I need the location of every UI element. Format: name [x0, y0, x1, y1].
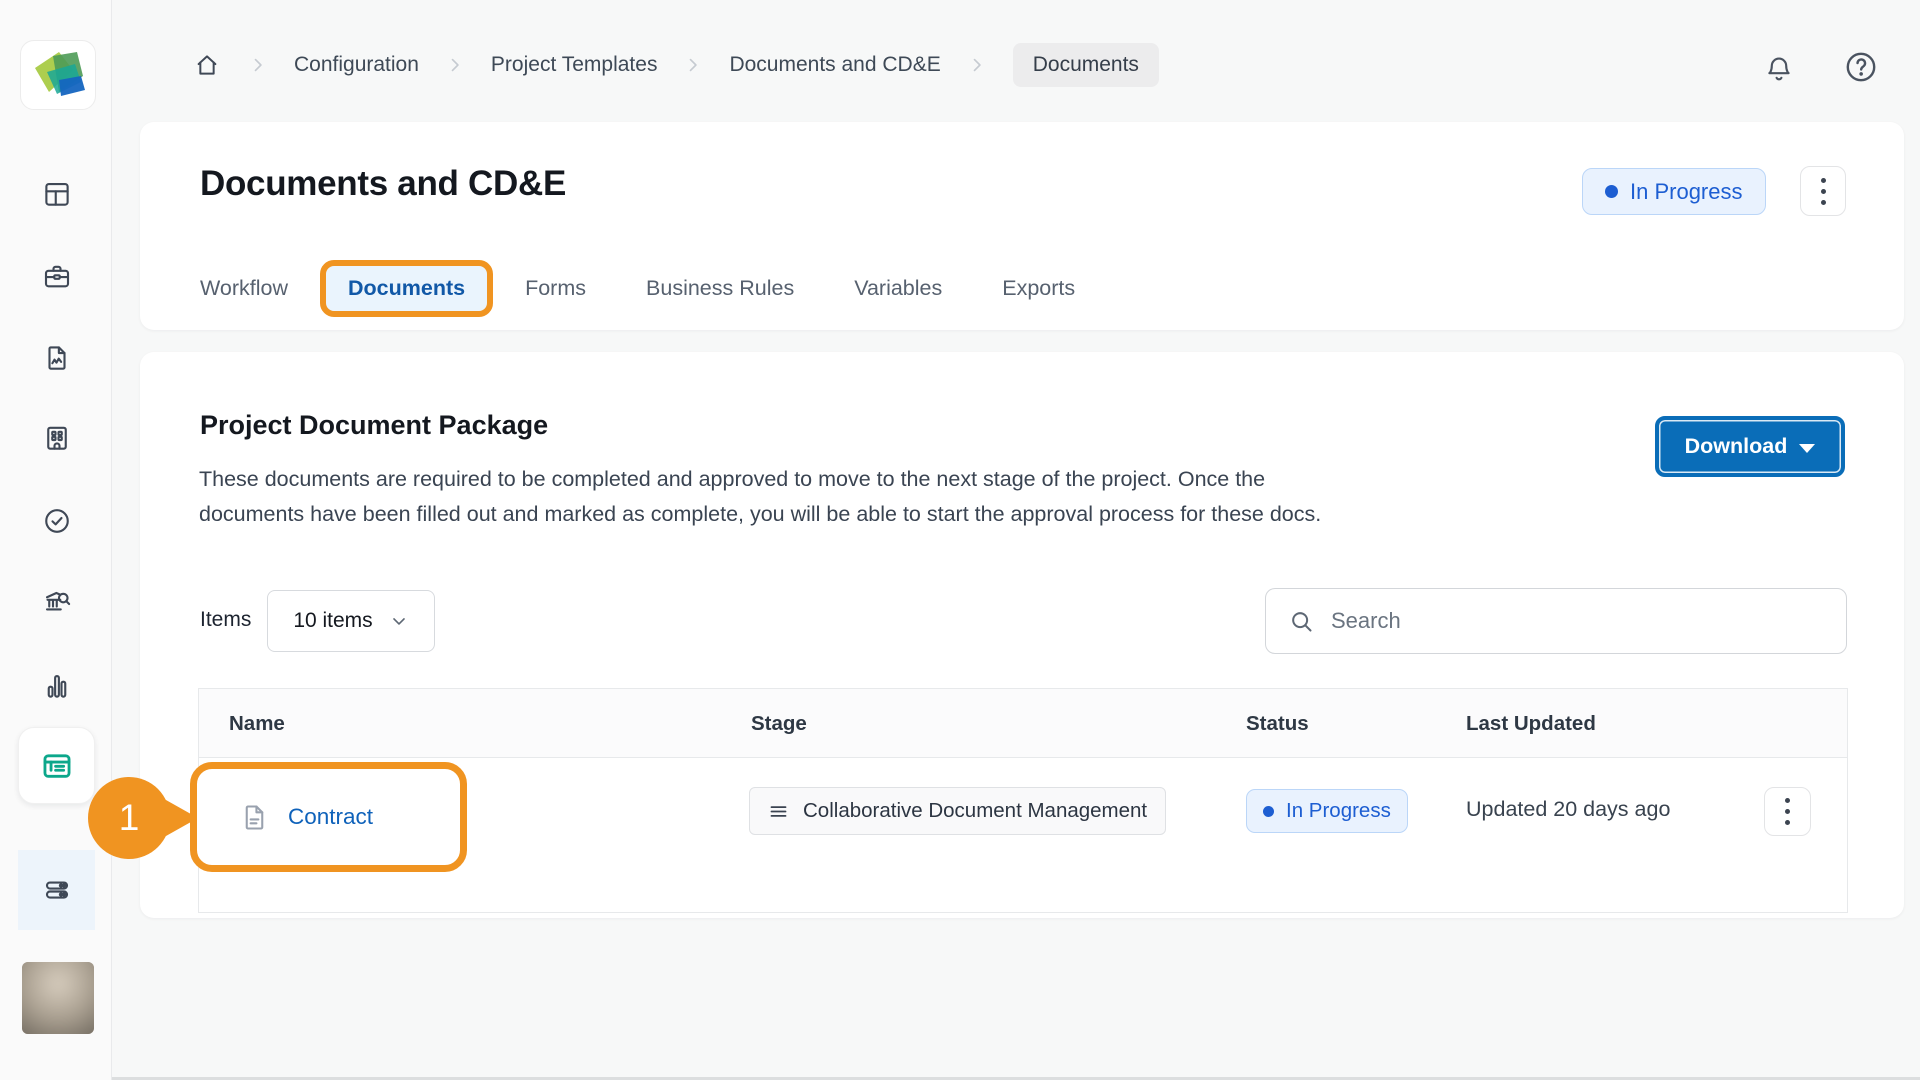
card-form-icon — [40, 749, 74, 783]
tab-bar: Workflow Documents Forms Business Rules … — [200, 256, 1075, 320]
document-icon — [239, 800, 270, 835]
breadcrumb-current-documents: Documents — [1013, 43, 1159, 87]
items-per-page-value: 10 items — [293, 609, 372, 633]
sidebar-item-audit[interactable] — [41, 586, 73, 618]
chevron-right-icon — [248, 55, 268, 75]
sidebar-item-data[interactable] — [18, 850, 95, 930]
breadcrumb: Configuration Project Templates Document… — [192, 40, 1159, 90]
items-label: Items — [200, 608, 251, 632]
home-breadcrumb[interactable] — [192, 50, 222, 80]
chevron-right-icon — [445, 55, 465, 75]
briefcase-icon — [42, 261, 72, 291]
kebab-dot-icon — [1821, 178, 1826, 183]
kebab-dot-icon — [1785, 809, 1790, 814]
status-badge-label: In Progress — [1630, 179, 1743, 205]
search-icon — [1288, 608, 1315, 635]
sidebar-item-analytics[interactable] — [41, 670, 73, 702]
chevron-right-icon — [967, 55, 987, 75]
caret-down-icon — [1799, 444, 1815, 453]
kebab-dot-icon — [1821, 200, 1826, 205]
sidebar-item-reports[interactable] — [41, 342, 73, 374]
row-more-actions-button[interactable] — [1764, 787, 1811, 836]
bar-chart-icon — [42, 671, 72, 701]
bell-icon — [1763, 53, 1795, 85]
stage-chip[interactable]: Collaborative Document Management — [749, 787, 1166, 835]
annotation-step-marker: 1 — [88, 777, 170, 859]
tab-forms[interactable]: Forms — [525, 276, 586, 301]
contract-cell-highlight: Contract — [190, 762, 467, 872]
chevron-down-icon — [389, 611, 409, 631]
header-more-actions-button[interactable] — [1800, 166, 1846, 216]
row-status-badge: In Progress — [1246, 789, 1408, 833]
status-dot-icon — [1605, 185, 1618, 198]
status-badge[interactable]: In Progress — [1582, 168, 1766, 215]
row-status-label: In Progress — [1286, 799, 1391, 823]
annotation-step-number: 1 — [119, 797, 140, 839]
sidebar-item-approvals[interactable] — [41, 505, 73, 537]
breadcrumb-project-templates[interactable]: Project Templates — [491, 53, 658, 77]
column-header-stage: Stage — [751, 689, 807, 758]
building-icon — [42, 423, 72, 453]
user-avatar[interactable] — [22, 962, 94, 1034]
sidebar-item-templates-active[interactable] — [18, 727, 95, 804]
contract-link[interactable]: Contract — [288, 804, 373, 830]
tab-workflow[interactable]: Workflow — [200, 276, 288, 301]
home-icon — [193, 51, 221, 79]
logo-leaves-icon — [29, 48, 87, 102]
section-title: Project Document Package — [200, 410, 548, 441]
tab-exports[interactable]: Exports — [1002, 276, 1075, 301]
kebab-dot-icon — [1821, 189, 1826, 194]
chevron-right-icon — [683, 55, 703, 75]
breadcrumb-documents-and-cde[interactable]: Documents and CD&E — [729, 53, 940, 77]
items-per-page-select[interactable]: 10 items — [267, 590, 435, 652]
last-updated-text: Updated 20 days ago — [1466, 797, 1670, 822]
stage-chip-label: Collaborative Document Management — [803, 799, 1147, 823]
app-logo[interactable] — [20, 40, 96, 110]
search-box — [1265, 588, 1847, 654]
servers-icon — [42, 875, 72, 905]
avatar-image — [22, 962, 94, 1034]
layout-icon — [42, 179, 72, 209]
sidebar-item-organizations[interactable] — [41, 422, 73, 454]
download-button[interactable]: Download — [1655, 416, 1845, 477]
notifications-button[interactable] — [1760, 50, 1798, 88]
sidebar-item-dashboard[interactable] — [41, 178, 73, 210]
search-input[interactable] — [1331, 608, 1824, 634]
breadcrumb-configuration[interactable]: Configuration — [294, 53, 419, 77]
section-description: These documents are required to be compl… — [199, 462, 1364, 532]
sidebar — [0, 0, 112, 1080]
tab-variables[interactable]: Variables — [854, 276, 942, 301]
sidebar-item-projects[interactable] — [41, 260, 73, 292]
help-button[interactable] — [1842, 48, 1880, 86]
hamburger-icon — [768, 801, 789, 822]
column-header-name: Name — [229, 689, 285, 758]
document-report-icon — [42, 343, 72, 373]
column-header-last-updated: Last Updated — [1466, 689, 1596, 758]
page-title: Documents and CD&E — [200, 164, 566, 204]
table-header-row: Name Stage Status Last Updated — [199, 689, 1847, 758]
app-window: Configuration Project Templates Document… — [0, 0, 1920, 1080]
download-button-label: Download — [1685, 434, 1788, 459]
tab-documents-active[interactable]: Documents — [320, 260, 493, 317]
help-icon — [1843, 49, 1879, 85]
column-header-status: Status — [1246, 689, 1309, 758]
institution-search-icon — [42, 587, 72, 617]
check-circle-icon — [42, 506, 72, 536]
kebab-dot-icon — [1785, 820, 1790, 825]
tab-business-rules[interactable]: Business Rules — [646, 276, 794, 301]
status-dot-icon — [1263, 806, 1274, 817]
kebab-dot-icon — [1785, 798, 1790, 803]
